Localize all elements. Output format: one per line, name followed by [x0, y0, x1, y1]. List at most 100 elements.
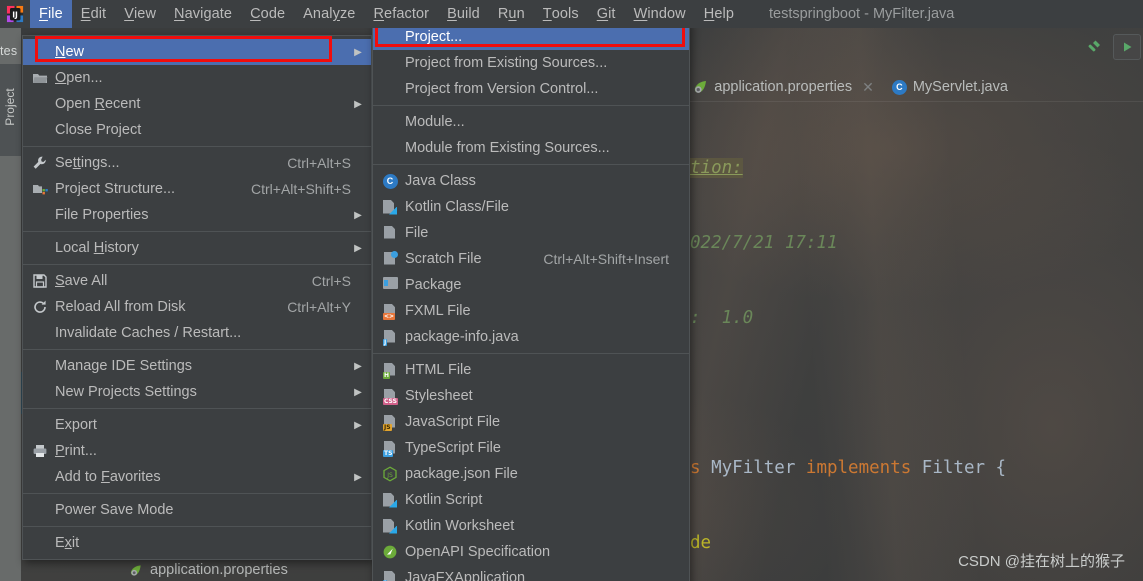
- scratch-file-icon: [379, 250, 401, 267]
- menu-edit[interactable]: Edit: [72, 0, 115, 28]
- new-submenu-item-package[interactable]: Package: [373, 272, 689, 298]
- file-menu-item-close-project[interactable]: Close Project: [23, 117, 371, 143]
- spring-leaf-icon: [692, 79, 708, 95]
- menu-git[interactable]: Git: [588, 0, 625, 28]
- file-menu-item-new[interactable]: New ▶: [23, 39, 371, 65]
- file-menu-item-reload-all-from-disk[interactable]: Reload All from Disk Ctrl+Alt+Y: [23, 294, 371, 320]
- kotlin-file-icon: [379, 199, 401, 215]
- build-button[interactable]: [1079, 34, 1107, 60]
- new-submenu-item-module-from-existing-sources[interactable]: Module from Existing Sources...: [373, 135, 689, 161]
- file-menu-item-manage-ide-settings[interactable]: Manage IDE Settings ▶: [23, 353, 371, 379]
- menu-run[interactable]: Run: [489, 0, 534, 28]
- file-menu-item-file-properties[interactable]: File Properties ▶: [23, 202, 371, 228]
- new-submenu-item-kotlin-worksheet[interactable]: Kotlin Worksheet: [373, 513, 689, 539]
- chevron-right-icon: ▶: [354, 242, 362, 254]
- openapi-icon: [379, 544, 401, 560]
- file-menu-item-add-to-favorites[interactable]: Add to Favorites ▶: [23, 464, 371, 490]
- new-submenu-item-fxml-file[interactable]: <> FXML File: [373, 298, 689, 324]
- menu-window[interactable]: Window: [625, 0, 695, 28]
- new-submenu-item-kotlin-script[interactable]: Kotlin Script: [373, 487, 689, 513]
- nodejs-icon: JS: [382, 466, 398, 482]
- file-sheet-icon: J: [383, 329, 397, 346]
- menu-item-label: Kotlin Script: [405, 492, 483, 508]
- new-submenu-item-stylesheet[interactable]: CSS Stylesheet: [373, 383, 689, 409]
- css-file-icon: CSS: [379, 388, 401, 405]
- nodejs-icon: JS: [379, 466, 401, 482]
- menu-build[interactable]: Build: [438, 0, 489, 28]
- menu-refactor[interactable]: Refactor: [364, 0, 438, 28]
- editor-tab-myservlet-java[interactable]: C MyServlet.java: [883, 72, 1017, 102]
- reload-icon: [32, 299, 48, 315]
- code-line: 022/7/21 17:11: [690, 233, 838, 253]
- new-submenu-item-scratch-file[interactable]: Scratch File Ctrl+Alt+Shift+Insert: [373, 246, 689, 272]
- new-submenu-item-file[interactable]: File: [373, 220, 689, 246]
- new-submenu-item-typescript-file[interactable]: TS TypeScript File: [373, 435, 689, 461]
- chevron-right-icon: ▶: [354, 386, 362, 398]
- menu-code[interactable]: Code: [241, 0, 294, 28]
- run-button[interactable]: [1113, 34, 1141, 60]
- menu-navigate[interactable]: Navigate: [165, 0, 241, 28]
- menu-item-label: JavaScript File: [405, 414, 501, 430]
- openapi-icon: [382, 544, 398, 560]
- printer-icon: [29, 443, 51, 459]
- menu-bar: IJ File Edit View Navigate Code Anal y ze …: [0, 0, 1143, 28]
- left-tool-strip: Project: [0, 28, 21, 581]
- save-icon: [32, 273, 48, 289]
- new-submenu-item-javascript-file[interactable]: JS JavaScript File: [373, 409, 689, 435]
- new-submenu-item-package-json-file[interactable]: JS package.json File: [373, 461, 689, 487]
- new-submenu-item-kotlin-class-file[interactable]: Kotlin Class/File: [373, 194, 689, 220]
- file-menu-item-new-projects-settings[interactable]: New Projects Settings ▶: [23, 379, 371, 405]
- file-sheet-icon: CSS: [383, 388, 398, 405]
- file-menu-item-export[interactable]: Export ▶: [23, 412, 371, 438]
- chevron-right-icon: ▶: [354, 360, 362, 372]
- menu-separator: [373, 105, 689, 106]
- menu-item-label: Java Class: [405, 173, 476, 189]
- project-name-fragment: tes: [0, 44, 18, 58]
- file-menu-item-exit[interactable]: Exit: [23, 530, 371, 556]
- new-submenu-item-project-from-existing-sources[interactable]: Project from Existing Sources...: [373, 50, 689, 76]
- close-icon[interactable]: ✕: [862, 79, 874, 96]
- file-menu-item-invalidate-caches-restart[interactable]: Invalidate Caches / Restart...: [23, 320, 371, 346]
- new-submenu-item-openapi-specification[interactable]: OpenAPI Specification: [373, 539, 689, 565]
- file-menu-item-save-all[interactable]: Save All Ctrl+S: [23, 268, 371, 294]
- file-menu-item-settings[interactable]: Settings... Ctrl+Alt+S: [23, 150, 371, 176]
- file-menu-item-open[interactable]: Open...: [23, 65, 371, 91]
- ide-window: Project tes templates application.proper…: [0, 0, 1143, 581]
- list-item[interactable]: application.properties: [128, 562, 288, 578]
- menu-item-label: Project from Version Control...: [405, 81, 599, 97]
- menu-item-label: Reload All from Disk: [55, 299, 186, 315]
- menu-file[interactable]: File: [30, 0, 72, 28]
- file-dropdown-menu: New ▶ Open... Open Recent ▶ Close Project Sett…: [22, 35, 372, 560]
- new-submenu-item-html-file[interactable]: H HTML File: [373, 357, 689, 383]
- file-menu-item-local-history[interactable]: Local History ▶: [23, 235, 371, 261]
- java-file-icon: J: [379, 329, 401, 346]
- package-folder-icon: [382, 277, 398, 293]
- new-submenu-item-package-info-java[interactable]: Jpackage-info.java: [373, 324, 689, 350]
- menu-view[interactable]: View: [115, 0, 165, 28]
- menu-help[interactable]: Help: [695, 0, 743, 28]
- menu-item-label: package-info.java: [405, 329, 519, 345]
- file-menu-item-print[interactable]: Print...: [23, 438, 371, 464]
- fxml-file-icon: <>: [379, 303, 401, 320]
- menu-tools[interactable]: Tools: [534, 0, 588, 28]
- sidebar-item-project[interactable]: Project: [0, 64, 21, 156]
- java-class-icon: C: [382, 173, 398, 189]
- printer-icon: [32, 443, 48, 459]
- kotlin-file-icon: [383, 199, 397, 215]
- editor-tab-application-properties[interactable]: application.properties ✕: [683, 72, 883, 102]
- file-menu-item-project-structure[interactable]: Project Structure... Ctrl+Alt+Shift+S: [23, 176, 371, 202]
- new-submenu-item-javafxapplication[interactable]: J JavaFXApplication: [373, 565, 689, 581]
- new-submenu-item-java-class[interactable]: C Java Class: [373, 168, 689, 194]
- scratch-file-icon: [383, 250, 398, 267]
- new-submenu-item-module[interactable]: Module...: [373, 109, 689, 135]
- menu-item-shortcut: Ctrl+Alt+S: [287, 155, 351, 171]
- menu-analyze[interactable]: Anal y ze: [294, 0, 364, 28]
- code-editor[interactable]: tion: 022/7/21 17:11 : 1.0 s MyFilter im…: [690, 106, 1048, 581]
- java-class-icon: C: [891, 79, 907, 95]
- hammer-icon: [1088, 40, 1100, 52]
- new-submenu-item-project-from-version-control[interactable]: Project from Version Control...: [373, 76, 689, 102]
- menu-item-label: TypeScript File: [405, 440, 501, 456]
- file-menu-item-power-save-mode[interactable]: Power Save Mode: [23, 497, 371, 523]
- file-menu-item-open-recent[interactable]: Open Recent ▶: [23, 91, 371, 117]
- chevron-right-icon: ▶: [354, 98, 362, 110]
